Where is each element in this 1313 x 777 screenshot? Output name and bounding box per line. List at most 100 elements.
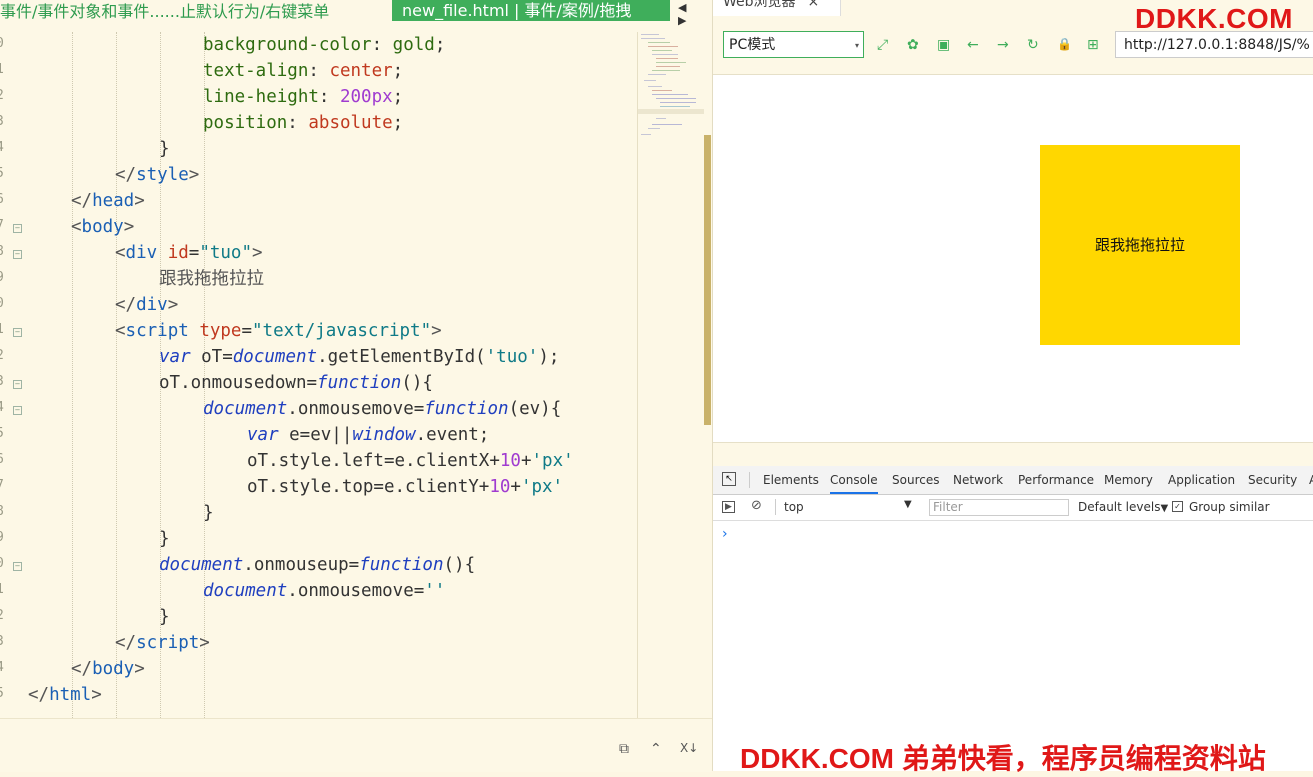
fold-toggle-icon[interactable]: − <box>13 406 22 415</box>
group-similar-checkbox[interactable]: ✓ <box>1172 501 1183 512</box>
gear-icon[interactable]: ✿ <box>907 37 919 53</box>
indent-guide <box>72 32 73 718</box>
line-number: 3 <box>0 114 8 129</box>
code-line: oT.style.left=e.clientX+10+'px' <box>247 451 574 471</box>
group-similar-label: Group similar <box>1189 500 1270 514</box>
editor-scrollbar[interactable] <box>704 135 711 425</box>
sidebar-toggle-icon[interactable]: ▶ <box>722 501 735 513</box>
line-number: 7 <box>0 218 8 233</box>
log-levels-select[interactable]: Default levels▼ <box>1078 500 1168 514</box>
tab-console[interactable]: Console <box>830 466 878 494</box>
code-line: </head> <box>71 191 145 211</box>
tab-security[interactable]: Security <box>1248 466 1297 494</box>
line-number: 9 <box>0 530 8 545</box>
code-line: background-color: gold; <box>203 35 446 55</box>
back-arrow-icon[interactable]: ← <box>967 37 979 53</box>
devtools-resize-bar[interactable] <box>713 442 1313 467</box>
code-line: </script> <box>115 633 210 653</box>
forward-arrow-icon[interactable]: → <box>997 37 1009 53</box>
minimap[interactable] <box>637 32 704 718</box>
line-number: 2 <box>0 88 8 103</box>
code-line: 跟我拖拖拉拉 <box>159 269 264 289</box>
line-number: 1 <box>0 582 8 597</box>
line-number: 2 <box>0 608 8 623</box>
code-line: } <box>159 139 170 159</box>
line-number: 5 <box>0 686 8 701</box>
line-number: 1 <box>0 322 8 337</box>
sort-icon[interactable]: X↓ <box>680 741 698 755</box>
fold-toggle-icon[interactable]: − <box>13 328 22 337</box>
line-number: 2 <box>0 348 8 363</box>
line-number: 0 <box>0 556 8 571</box>
page-viewport: 跟我拖拖拉拉 <box>713 75 1313 442</box>
close-icon[interactable]: × <box>808 0 820 10</box>
fold-toggle-icon[interactable]: − <box>13 380 22 389</box>
log-levels-label: Default levels <box>1078 500 1161 514</box>
inspect-element-icon[interactable]: ↖ <box>722 472 736 486</box>
line-number: 9 <box>0 270 8 285</box>
qr-code-icon[interactable]: ⊞ <box>1087 37 1099 53</box>
line-number: 0 <box>0 36 8 51</box>
code-line: } <box>203 503 214 523</box>
line-number: 8 <box>0 504 8 519</box>
fold-toggle-icon[interactable]: − <box>13 562 22 571</box>
code-line: oT.style.top=e.clientY+10+'px' <box>247 477 564 497</box>
code-line: document.onmouseup=function(){ <box>159 555 476 575</box>
chevron-down-icon[interactable]: ▼ <box>904 499 912 510</box>
device-mode-select[interactable]: PC模式 ▾ <box>723 31 864 58</box>
tab-network[interactable]: Network <box>953 466 1003 494</box>
fold-toggle-icon[interactable]: − <box>13 250 22 259</box>
tab-elements[interactable]: Elements <box>763 466 819 494</box>
line-number: 6 <box>0 452 8 467</box>
code-line: } <box>159 607 170 627</box>
tab-scroll-arrows-icon[interactable]: ◀ ▶ <box>678 1 712 27</box>
code-line: oT.onmousedown=function(){ <box>159 373 433 393</box>
brand-watermark-top: DDKK.COM <box>1135 3 1293 34</box>
code-line: <div id="tuo"> <box>115 243 263 263</box>
brand-watermark-bottom: DDKK.COM 弟弟快看，程序员编程资料站 <box>740 743 1266 774</box>
code-line: <script type="text/javascript"> <box>115 321 442 341</box>
line-number: 3 <box>0 374 8 389</box>
outline-icon[interactable]: ⧉ <box>619 741 629 757</box>
chevron-up-icon[interactable]: ⌃ <box>650 741 662 757</box>
context-select[interactable]: top <box>784 500 804 514</box>
tab-memory[interactable]: Memory <box>1104 466 1153 494</box>
filter-input[interactable]: Filter <box>929 499 1069 516</box>
fold-toggle-icon[interactable]: − <box>13 224 22 233</box>
tab-sources[interactable]: Sources <box>892 466 939 494</box>
editor-tab-bar: 事件/事件对象和事件......止默认行为/右键菜单 new_file.html… <box>0 0 712 27</box>
line-number: 5 <box>0 426 8 441</box>
reload-icon[interactable]: ↻ <box>1027 37 1039 53</box>
address-bar[interactable]: http://127.0.0.1:8848/JS/% <box>1115 31 1313 58</box>
tab-application[interactable]: Application <box>1168 466 1235 494</box>
browser-tab[interactable]: Web浏览器 × <box>713 0 841 16</box>
code-line: </body> <box>71 659 145 679</box>
code-line: document.onmousemove='' <box>203 581 446 601</box>
code-line: } <box>159 529 170 549</box>
line-number: 8 <box>0 244 8 259</box>
tab-more[interactable]: A <box>1309 466 1313 494</box>
editor-status-bar: ⧉ ⌃ X↓ <box>0 718 712 772</box>
console-icon[interactable]: ▣ <box>937 37 950 53</box>
lock-icon[interactable]: 🔒 <box>1057 37 1072 51</box>
expand-icon[interactable]: ⤢ <box>877 37 888 53</box>
breadcrumb-tab[interactable]: 事件/事件对象和事件......止默认行为/右键菜单 <box>0 0 329 22</box>
web-browser-panel: Web浏览器 × PC模式 ▾ ⤢ ✿ ▣ ← → ↻ 🔒 ⊞ http://12… <box>712 0 1313 774</box>
device-mode-value: PC模式 <box>729 37 776 53</box>
code-area[interactable]: background-color: gold; text-align: cent… <box>28 32 636 718</box>
line-number: 4 <box>0 660 8 675</box>
tab-performance[interactable]: Performance <box>1018 466 1094 494</box>
draggable-box[interactable]: 跟我拖拖拉拉 <box>1040 145 1240 345</box>
devtools-tab-bar: ↖ Elements Console Sources Network Perfo… <box>713 466 1313 495</box>
code-line: line-height: 200px; <box>203 87 404 107</box>
line-number: 4 <box>0 400 8 415</box>
clear-console-icon[interactable]: ⊘ <box>751 498 762 513</box>
line-number: 4 <box>0 140 8 155</box>
line-number: 0 <box>0 296 8 311</box>
browser-tab-title: Web浏览器 <box>723 0 796 10</box>
console-prompt-icon[interactable]: › <box>722 526 728 542</box>
chevron-down-icon: ▾ <box>854 41 859 50</box>
code-line: </html> <box>28 685 102 705</box>
active-file-tab[interactable]: new_file.html | 事件/案例/拖拽 <box>392 0 670 21</box>
line-number: 7 <box>0 478 8 493</box>
